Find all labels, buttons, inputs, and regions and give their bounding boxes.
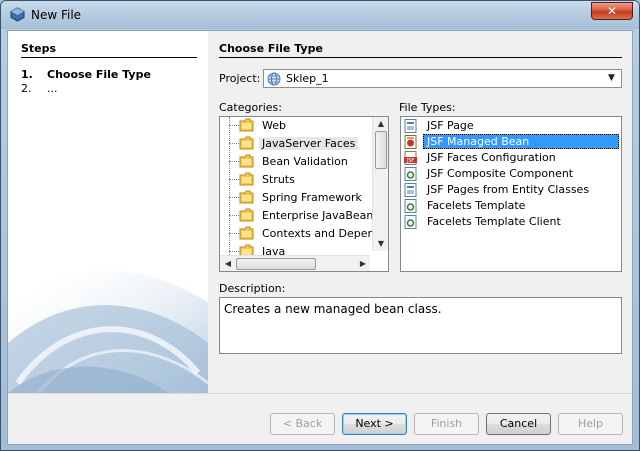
folder-icon: [239, 154, 254, 168]
category-item-web[interactable]: Web: [220, 117, 372, 135]
file-type-label: JSF Page: [427, 119, 474, 132]
finish-button[interactable]: Finish: [414, 413, 479, 435]
close-button[interactable]: ✕: [591, 2, 633, 20]
decorative-swoosh: [8, 270, 208, 393]
faces-config-icon: JSF: [404, 151, 417, 165]
description-text: Creates a new managed bean class.: [224, 302, 442, 316]
category-label: JavaServer Faces: [259, 137, 359, 150]
steps-panel: Steps 1. Choose File Type 2....: [8, 31, 208, 393]
scroll-thumb[interactable]: [236, 258, 316, 270]
description-label: Description:: [219, 282, 286, 295]
page-title: Choose File Type: [219, 42, 323, 55]
step-label: ...: [47, 82, 58, 95]
scroll-thumb[interactable]: [375, 131, 387, 169]
categories-label: Categories:: [219, 101, 282, 114]
step-label: Choose File Type: [47, 68, 151, 81]
file-type-item-facelets-template[interactable]: Facelets Template: [401, 198, 619, 214]
project-label: Project:: [219, 72, 261, 85]
dialog-client: Steps 1. Choose File Type 2.... Choose F…: [7, 30, 633, 445]
back-button[interactable]: < Back: [270, 413, 335, 435]
file-type-label: Facelets Template: [427, 199, 526, 212]
category-label: Web: [262, 119, 286, 132]
file-types-list[interactable]: JSF Page JSF Managed Bean JSF JSF Faces …: [400, 116, 622, 272]
file-type-label: JSF Managed Bean: [423, 134, 619, 149]
main-panel: Choose File Type Project: Sklep_1 ▼ Cate…: [208, 31, 632, 393]
folder-icon: [239, 190, 254, 204]
folder-icon: [239, 118, 254, 132]
steps-divider: [21, 57, 197, 58]
scroll-down-icon[interactable]: ▼: [373, 237, 388, 251]
category-item-struts[interactable]: Struts: [220, 171, 372, 189]
step-number: 1.: [21, 68, 33, 81]
category-item-enterprise-javabeans[interactable]: Enterprise JavaBeans: [220, 207, 379, 225]
scroll-left-icon[interactable]: ◀: [221, 256, 235, 271]
scroll-up-icon[interactable]: ▲: [373, 117, 388, 131]
steps-heading: Steps: [21, 42, 57, 55]
file-type-label: JSF Composite Component: [427, 167, 574, 180]
window-title: New File: [31, 8, 82, 22]
folder-icon: [239, 226, 254, 240]
chevron-down-icon[interactable]: ▼: [604, 71, 619, 86]
help-button[interactable]: Help: [558, 413, 623, 435]
title-bar[interactable]: New File ✕: [1, 1, 639, 29]
categories-vertical-scrollbar[interactable]: ▲ ▼: [372, 117, 388, 251]
step-item: 1. Choose File Type: [21, 68, 151, 81]
categories-horizontal-scrollbar[interactable]: ◀ ▶: [220, 255, 370, 271]
app-icon: [10, 7, 25, 22]
file-type-label: Facelets Template Client: [427, 215, 561, 228]
file-types-label: File Types:: [399, 101, 456, 114]
category-label: Struts: [262, 173, 295, 186]
new-file-dialog: New File ✕ Steps 1. Choose File Type 2...…: [0, 0, 640, 451]
step-item: 2....: [21, 82, 58, 95]
managed-bean-icon: [404, 135, 417, 149]
category-label: Contexts and Depende: [262, 227, 389, 240]
file-type-item-jsf-faces-configuration[interactable]: JSF JSF Faces Configuration: [401, 150, 619, 166]
file-type-label: JSF Faces Configuration: [427, 151, 556, 164]
category-label: Enterprise JavaBeans: [262, 209, 380, 222]
button-bar: < Back Next > Finish Cancel Help: [8, 393, 632, 444]
next-button[interactable]: Next >: [342, 413, 407, 435]
file-type-item-jsf-page[interactable]: JSF Page: [401, 118, 619, 134]
folder-icon: [239, 136, 254, 150]
category-item-javaserver-faces[interactable]: JavaServer Faces: [220, 135, 372, 153]
globe-icon: [267, 72, 281, 86]
scroll-right-icon[interactable]: ▶: [356, 256, 370, 271]
title-divider: [219, 57, 622, 58]
step-number: 2.: [21, 82, 32, 95]
folder-icon: [239, 208, 254, 222]
category-item-bean-validation[interactable]: Bean Validation: [220, 153, 372, 171]
file-type-item-jsf-pages-from-entity-classes[interactable]: JSF Pages from Entity Classes: [401, 182, 619, 198]
svg-text:JSF: JSF: [406, 158, 415, 164]
file-type-item-jsf-managed-bean[interactable]: JSF Managed Bean: [401, 134, 619, 150]
file-type-item-facelets-template-client[interactable]: Facelets Template Client: [401, 214, 619, 230]
categories-tree[interactable]: Web JavaServer Faces Bean Validation Str…: [219, 116, 389, 272]
composite-component-icon: [404, 167, 417, 181]
facelets-icon: [404, 215, 417, 229]
category-label: Bean Validation: [262, 155, 348, 168]
project-value: Sklep_1: [286, 72, 329, 85]
facelets-icon: [404, 199, 417, 213]
jsf-page-icon: [404, 183, 417, 197]
cancel-button[interactable]: Cancel: [486, 413, 551, 435]
file-type-label: JSF Pages from Entity Classes: [427, 183, 590, 196]
category-item-spring-framework[interactable]: Spring Framework: [220, 189, 372, 207]
project-combobox[interactable]: Sklep_1 ▼: [263, 69, 622, 88]
file-type-item-jsf-composite-component[interactable]: JSF Composite Component: [401, 166, 619, 182]
category-item-contexts-and-dependency[interactable]: Contexts and Depende: [220, 225, 388, 243]
folder-icon: [239, 172, 254, 186]
jsf-page-icon: [404, 119, 417, 133]
category-label: Spring Framework: [262, 191, 362, 204]
description-box: Creates a new managed bean class.: [219, 297, 622, 354]
